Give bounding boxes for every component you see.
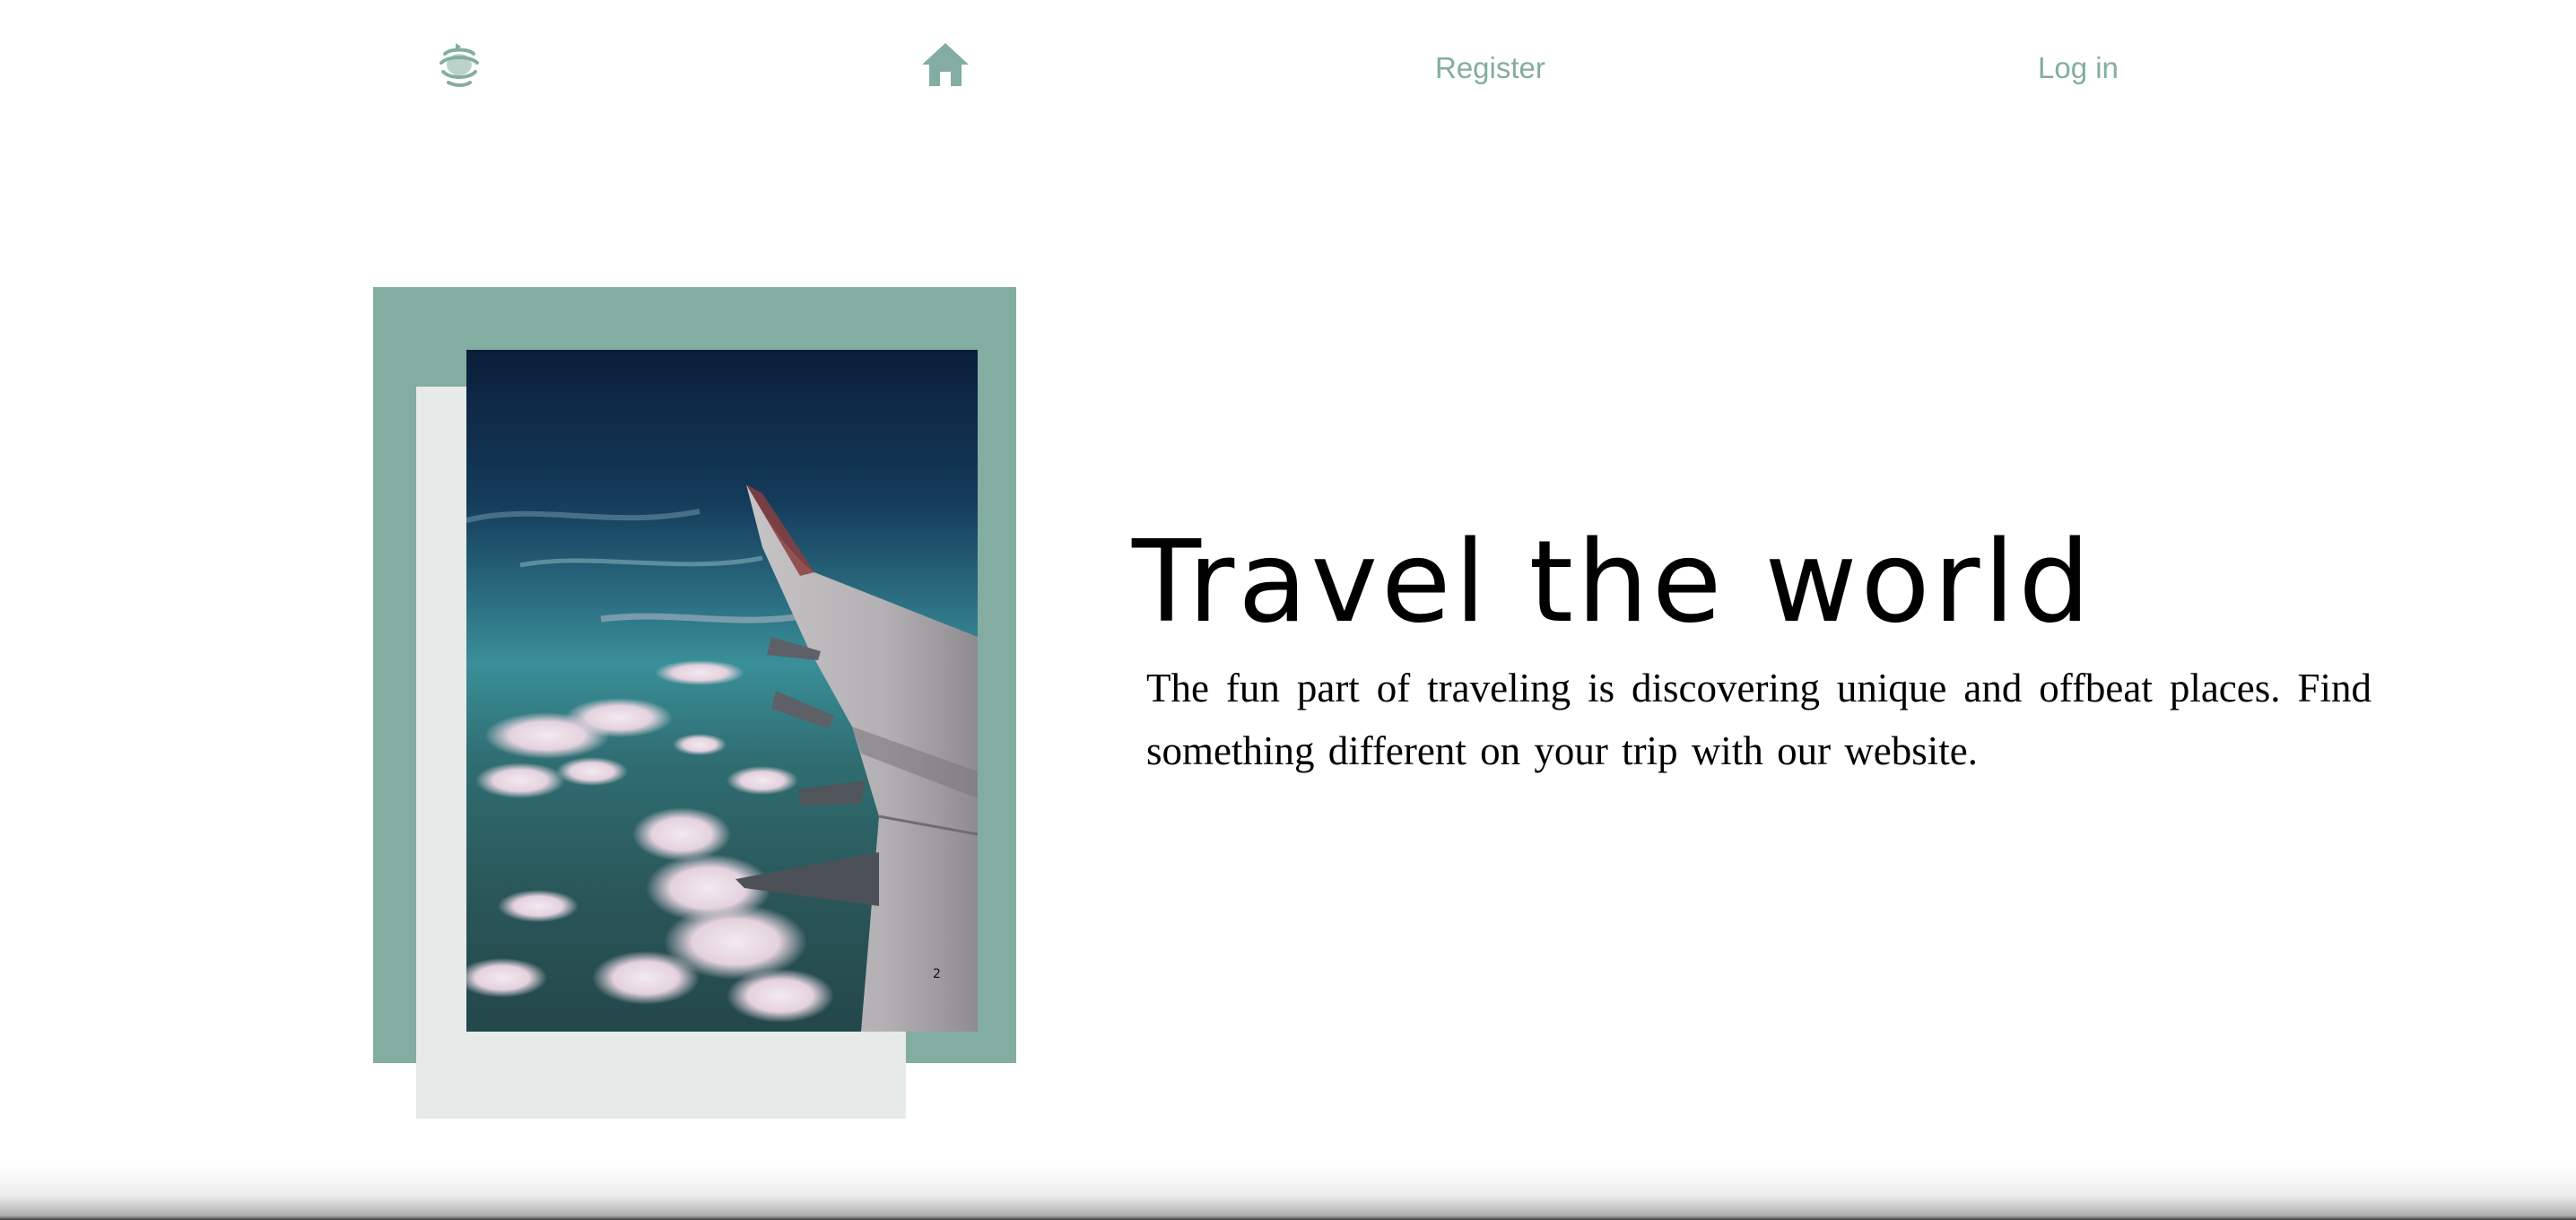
register-link[interactable]: Register (1435, 50, 1545, 86)
airplane-wing-photo: 2 (466, 350, 978, 1032)
logo-icon[interactable] (432, 38, 486, 92)
home-glyph (922, 43, 969, 86)
globe-stack-logo-icon (439, 43, 479, 87)
hero-description: The fun part of traveling is discovering… (1146, 666, 2371, 773)
svg-text:2: 2 (933, 967, 941, 981)
login-link[interactable]: Log in (2038, 50, 2119, 86)
landing-page: Register Log in 2 Travel the world The f… (0, 0, 2576, 1220)
home-icon[interactable] (920, 41, 970, 88)
bottom-edge-shadow (0, 1166, 2576, 1220)
hero-title: Travel the world (1132, 516, 2094, 648)
